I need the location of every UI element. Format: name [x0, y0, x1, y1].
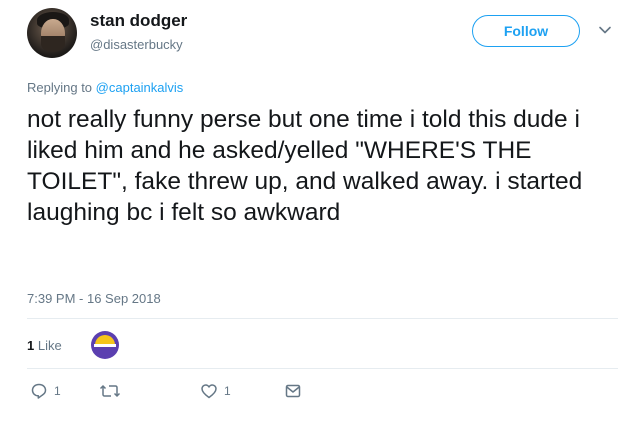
tweet-card: stan dodger @disasterbucky Follow Replyi…	[0, 0, 640, 423]
replying-prefix: Replying to	[27, 80, 93, 95]
like-button[interactable]: 1	[200, 382, 231, 400]
author-display-name[interactable]: stan dodger	[90, 11, 187, 31]
tweet-text: not really funny perse but one time i to…	[27, 106, 583, 226]
retweet-icon	[99, 382, 121, 400]
reply-icon	[30, 382, 48, 400]
heart-icon	[200, 382, 218, 400]
likes-number: 1	[27, 338, 35, 353]
divider	[27, 368, 618, 369]
like-count: 1	[224, 384, 231, 398]
liker-avatar[interactable]	[91, 331, 119, 359]
reply-button[interactable]: 1	[30, 382, 61, 400]
author-handle[interactable]: @disasterbucky	[90, 37, 183, 52]
retweet-button[interactable]	[99, 382, 121, 400]
divider	[27, 318, 618, 319]
replying-to: Replying to @captainkalvis	[27, 80, 183, 95]
follow-button[interactable]: Follow	[472, 15, 580, 47]
replying-mention-link[interactable]: @captainkalvis	[96, 80, 184, 95]
chevron-down-icon[interactable]	[597, 22, 613, 38]
likes-label: Like	[37, 338, 62, 353]
direct-message-button[interactable]	[284, 382, 302, 400]
envelope-icon	[284, 382, 302, 400]
tweet-timestamp[interactable]: 7:39 PM - 16 Sep 2018	[27, 291, 161, 306]
likes-count[interactable]: 1 Like	[27, 338, 62, 353]
author-avatar[interactable]	[27, 8, 77, 58]
reply-count: 1	[54, 384, 61, 398]
